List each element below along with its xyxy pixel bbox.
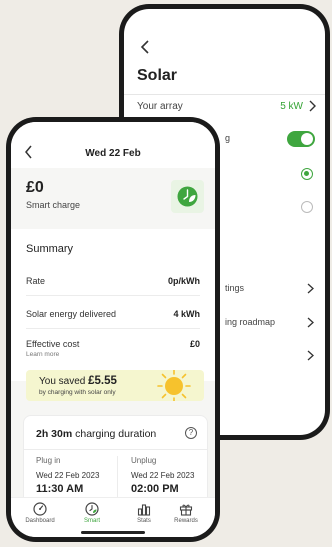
header: Wed 22 Feb [11,122,215,168]
tab-dashboard[interactable]: Dashboard [17,502,63,524]
bottom-tab-bar: Dashboard Smart Stats Rewards [11,497,215,537]
savings-prefix: You saved [39,376,86,387]
smart-charge-leaf-icon [177,186,198,207]
solar-toggle[interactable] [287,131,315,147]
plug-in-label: Plug in [36,456,61,465]
divider [117,456,118,502]
effective-cost-label: Effective cost [26,339,80,349]
charge-detail-screen: Wed 22 Feb £0 Smart charge Summary Rate … [11,122,215,537]
unplug-time: 02:00 PM [131,483,179,495]
plug-in-time: 11:30 AM [36,483,84,495]
page-title: Wed 22 Feb [85,148,141,159]
front-phone: Wed 22 Feb £0 Smart charge Summary Rate … [6,117,220,542]
unplug-date: Wed 22 Feb 2023 [131,471,195,480]
charging-duration-card: 2h 30m charging duration ? Plug in Wed 2… [23,415,208,507]
unplug-column: Unplug Wed 22 Feb 2023 02:00 PM [131,456,194,495]
solar-toggle-label-fragment: g [225,133,231,143]
rewards-gift-icon [179,504,193,516]
unplug-label: Unplug [131,456,157,465]
savings-subtitle: by charging with solar only [39,389,116,396]
chevron-right-icon[interactable] [306,317,315,328]
savings-amount: £5.55 [88,375,117,387]
roadmap-row-label[interactable]: ing roadmap [225,317,275,327]
rate-value: 0p/kWh [167,276,200,286]
savings-banner: You saved £5.55 by charging with solar o… [26,370,204,401]
summary-panel: Summary Rate 0p/kWh Solar energy deliver… [11,229,215,381]
array-label[interactable]: Your array [137,101,183,112]
charge-type-label: Smart charge [26,200,81,210]
tab-label: Dashboard [25,518,55,524]
tab-smart[interactable]: Smart [69,502,115,524]
radio-option-selected[interactable] [301,168,313,180]
sun-icon [157,370,191,401]
plug-in-column: Plug in Wed 22 Feb 2023 11:30 AM [36,456,99,495]
divider [24,449,207,450]
chevron-right-icon[interactable] [306,283,315,294]
smart-charge-tile [171,180,204,213]
rate-label: Rate [26,276,46,286]
plug-in-date: Wed 22 Feb 2023 [36,471,100,480]
chevron-right-icon[interactable] [306,350,315,361]
radio-option[interactable] [301,201,313,213]
solar-title: Solar [137,67,178,84]
duration-suffix: charging duration [75,428,157,440]
divider [26,328,200,329]
charge-amount: £0 [26,179,44,196]
home-indicator [81,531,145,534]
dashboard-gauge-icon [33,502,47,516]
chevron-right-icon[interactable] [307,100,317,112]
tab-label: Stats [137,518,151,524]
duration-title: 2h 30m charging duration [36,428,156,440]
solar-label: Solar energy delivered [26,309,117,319]
tab-stats[interactable]: Stats [121,502,167,524]
settings-row-label[interactable]: tings [225,283,244,293]
tab-label: Smart [83,518,100,524]
back-chevron-icon[interactable] [138,39,154,55]
help-icon[interactable]: ? [185,427,197,439]
duration-value: 2h 30m [36,428,73,440]
solar-value: 4 kWh [173,309,200,319]
smart-clock-icon [85,502,99,516]
tab-label: Rewards [174,518,198,524]
effective-cost-value: £0 [189,339,200,349]
divider [124,94,325,95]
stats-bar-chart-icon [137,504,151,516]
tab-rewards[interactable]: Rewards [163,502,209,524]
learn-more-link[interactable]: Learn more [26,351,59,358]
summary-title: Summary [26,243,74,255]
savings-text: You saved £5.55 [39,375,117,387]
divider [26,295,200,296]
array-value[interactable]: 5 kW [280,101,303,112]
